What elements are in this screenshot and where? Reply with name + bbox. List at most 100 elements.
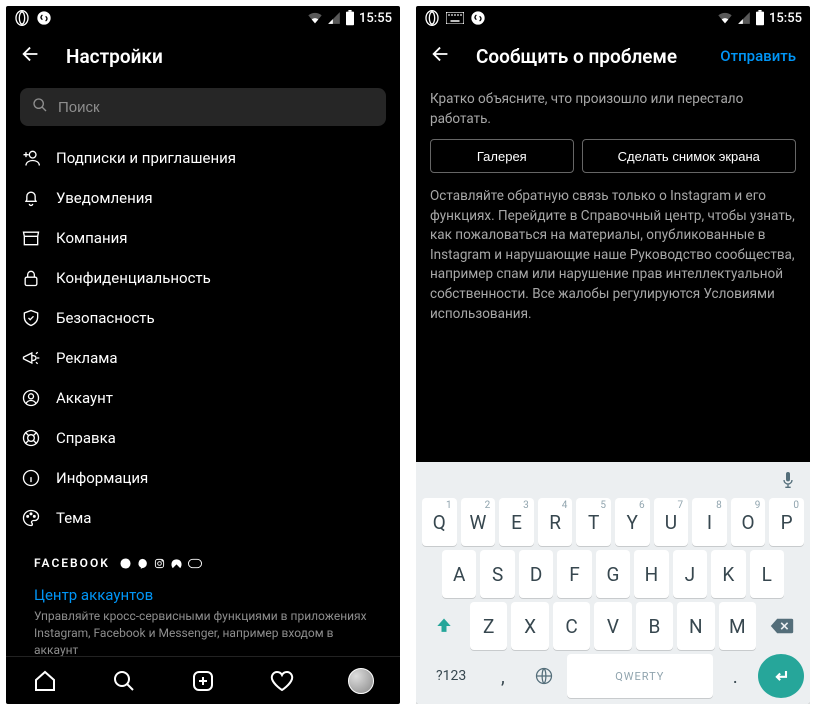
settings-header: Настройки [6, 30, 400, 82]
nav-profile-avatar[interactable] [348, 668, 374, 694]
help-icon [20, 428, 42, 448]
shazam-icon [470, 10, 486, 26]
facebook-section: FACEBOOK [20, 538, 386, 576]
key-u[interactable]: U7 [654, 498, 689, 546]
info-icon [20, 468, 42, 488]
gallery-button[interactable]: Галерея [430, 139, 574, 173]
key-s[interactable]: S [480, 550, 514, 598]
page-title: Сообщить о проблеме [476, 45, 696, 68]
key-k[interactable]: K [711, 550, 745, 598]
setting-about[interactable]: Информация [20, 458, 386, 498]
setting-notifications[interactable]: Уведомления [20, 178, 386, 218]
key-l: L [750, 550, 784, 598]
key-g[interactable]: G [596, 550, 630, 598]
bottom-nav [6, 656, 400, 704]
key-z[interactable]: Z [470, 602, 507, 650]
key-o[interactable]: O9 [731, 498, 766, 546]
symbols-key[interactable]: ?123 [422, 654, 480, 698]
shield-icon [20, 308, 42, 328]
setting-account[interactable]: Аккаунт [20, 378, 386, 418]
bell-icon [20, 188, 42, 208]
opera-icon [14, 10, 30, 26]
nav-create-icon[interactable] [190, 668, 216, 694]
nav-search-icon[interactable] [111, 668, 137, 694]
setting-label: Конфиденциальность [56, 269, 211, 287]
battery-icon [345, 10, 355, 26]
period-key[interactable]: . [717, 654, 754, 698]
key-c[interactable]: C [553, 602, 590, 650]
key-f[interactable]: F [557, 550, 591, 598]
nav-home-icon[interactable] [32, 668, 58, 694]
keyboard-row-2: A S D F G H J K L [420, 548, 806, 600]
key-b[interactable]: B [636, 602, 673, 650]
key-y[interactable]: Y6 [615, 498, 650, 546]
setting-label: Информация [56, 469, 148, 487]
soft-keyboard: Q1 W2 E3 R4 T5 Y6 U7 I8 O9 P0 A S D F G … [416, 462, 810, 704]
space-key[interactable]: QWERTY [567, 654, 713, 698]
key-m[interactable]: M [719, 602, 756, 650]
key-w[interactable]: W2 [461, 498, 496, 546]
comma-key[interactable]: , [484, 654, 521, 698]
lock-icon [20, 268, 42, 288]
keyboard-row-1: Q1 W2 E3 R4 T5 Y6 U7 I8 O9 P0 [420, 496, 806, 548]
phone-settings: 15:55 Настройки Подписки и приглашения У… [6, 6, 400, 704]
battery-icon [755, 10, 765, 26]
key-v[interactable]: V [594, 602, 631, 650]
mic-icon[interactable] [780, 470, 796, 494]
key-d[interactable]: D [519, 550, 553, 598]
shift-key[interactable] [422, 602, 466, 650]
key-q[interactable]: Q1 [422, 498, 457, 546]
key-n[interactable]: N [677, 602, 714, 650]
setting-label: Безопасность [56, 309, 155, 327]
setting-label: Подписки и приглашения [56, 149, 236, 167]
keyboard-row-3: Z X C V B N M [420, 600, 806, 652]
key-a[interactable]: A [442, 550, 476, 598]
key-j[interactable]: J [673, 550, 707, 598]
user-icon [20, 388, 42, 408]
setting-business[interactable]: Компания [20, 218, 386, 258]
backspace-key[interactable] [760, 602, 804, 650]
setting-ads[interactable]: Реклама [20, 338, 386, 378]
report-body: Кратко объясните, что произошло или пере… [416, 82, 810, 332]
status-time: 15:55 [359, 11, 392, 26]
nav-activity-icon[interactable] [269, 668, 295, 694]
signal-icon [327, 11, 341, 25]
page-title: Настройки [66, 45, 386, 68]
facebook-description: Управляйте кросс-сервисными функциями в … [20, 608, 386, 656]
keyboard-row-4: ?123 , QWERTY . [420, 652, 806, 700]
phone-report: 15:55 Сообщить о проблеме Отправить Крат… [416, 6, 810, 704]
setting-security[interactable]: Безопасность [20, 298, 386, 338]
back-icon[interactable] [20, 43, 42, 69]
back-icon[interactable] [430, 43, 452, 69]
enter-key[interactable] [758, 654, 804, 698]
setting-follow-invite[interactable]: Подписки и приглашения [20, 138, 386, 178]
language-key[interactable] [526, 654, 563, 698]
setting-label: Тема [56, 509, 91, 527]
key-i[interactable]: I8 [692, 498, 727, 546]
status-bar: 15:55 [416, 6, 810, 30]
key-e[interactable]: E3 [499, 498, 534, 546]
settings-list: Подписки и приглашения Уведомления Компа… [6, 138, 400, 656]
setting-help[interactable]: Справка [20, 418, 386, 458]
search-input[interactable] [58, 99, 374, 116]
key-p[interactable]: P0 [769, 498, 804, 546]
opera-icon [424, 10, 440, 26]
send-button[interactable]: Отправить [720, 47, 796, 65]
shop-icon [20, 228, 42, 248]
status-time: 15:55 [769, 11, 802, 26]
setting-label: Справка [56, 429, 116, 447]
setting-privacy[interactable]: Конфиденциальность [20, 258, 386, 298]
key-x[interactable]: X [511, 602, 548, 650]
wifi-icon [307, 11, 323, 25]
setting-label: Реклама [56, 349, 118, 367]
key-t[interactable]: T5 [576, 498, 611, 546]
key-r[interactable]: R4 [538, 498, 573, 546]
shazam-icon [36, 10, 52, 26]
search-field[interactable] [20, 88, 386, 126]
wifi-icon [717, 11, 733, 25]
setting-label: Компания [56, 229, 127, 247]
screenshot-button[interactable]: Сделать снимок экрана [582, 139, 796, 173]
accounts-center-link[interactable]: Центр аккаунтов [20, 576, 386, 608]
setting-theme[interactable]: Тема [20, 498, 386, 538]
key-h[interactable]: H [634, 550, 668, 598]
